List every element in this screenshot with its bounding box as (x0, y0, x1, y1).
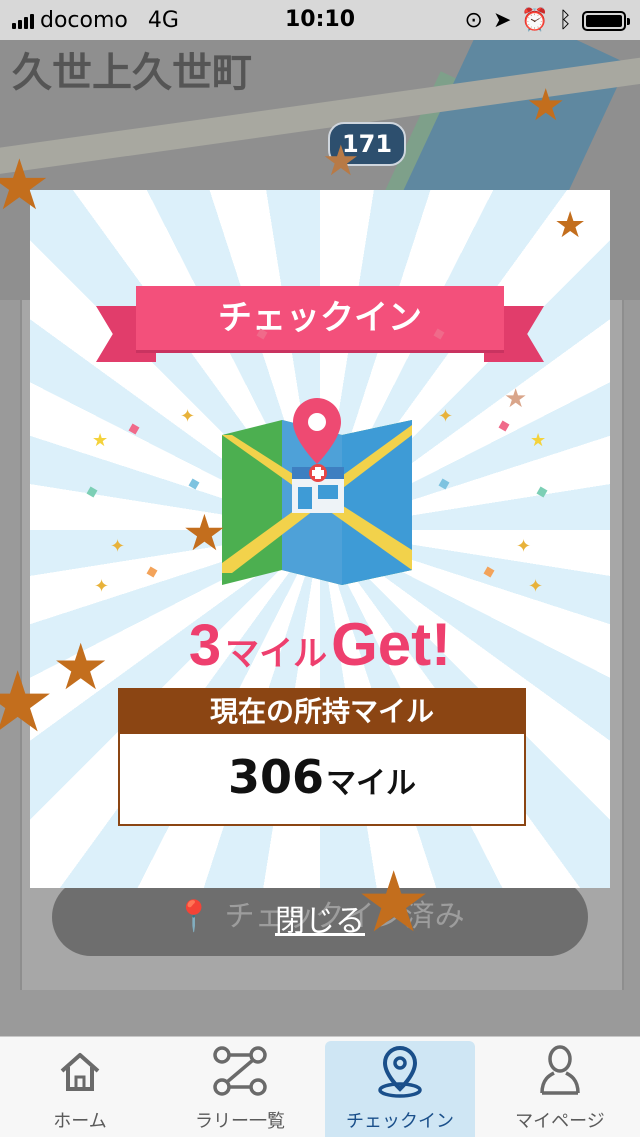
star-decoration-icon: ★ (52, 631, 110, 705)
ribbon-banner: チェックイン (96, 286, 544, 362)
star-decoration-icon: ★ (0, 653, 56, 751)
location-icon: ➤ (492, 8, 512, 33)
tab-checkin-label: チェックイン (346, 1111, 454, 1132)
earned-get-label: Get! (331, 611, 452, 678)
map-place-name: 久世上久世町 (12, 50, 252, 96)
map-pin-icon (378, 1045, 422, 1098)
current-miles-unit: マイル (326, 766, 417, 801)
close-link[interactable]: 閉じる (250, 896, 390, 940)
tab-mypage[interactable]: マイページ (485, 1041, 635, 1137)
checkin-modal: チェックイン ★ ✦ ✦ ✦ ★ ✦ ✦ ✦ 3 マイルGet! 現在の所持マイル (30, 190, 610, 888)
route-icon (213, 1046, 267, 1096)
earned-miles-unit: マイル (225, 635, 328, 673)
earned-miles-text: 3 マイルGet! (30, 610, 610, 679)
map-illustration-icon (222, 398, 412, 585)
tab-checkin[interactable]: チェックイン (325, 1041, 475, 1137)
star-decoration-icon: ★ (322, 136, 360, 185)
alarm-icon: ⏰ (521, 8, 549, 33)
tab-home[interactable]: ホーム (5, 1041, 155, 1137)
tab-bar: ホーム ラリー一覧 チェックイン マイページ (0, 1036, 640, 1137)
current-miles-value: 306 (227, 750, 325, 804)
star-decoration-icon: ★ (526, 80, 566, 131)
current-miles-heading: 現在の所持マイル (120, 690, 524, 734)
current-miles-box: 現在の所持マイル 306マイル (118, 688, 526, 826)
rotation-lock-icon: ⊙ (464, 8, 483, 33)
star-decoration-icon: ★ (554, 205, 587, 246)
tab-rally-list-label: ラリー一覧 (195, 1111, 285, 1132)
star-decoration-icon: ★ (0, 144, 51, 226)
tab-mypage-label: マイページ (515, 1111, 605, 1132)
ribbon-title: チェックイン (136, 286, 504, 350)
map-pin-icon: 📍 (175, 899, 213, 934)
tab-home-label: ホーム (53, 1111, 107, 1132)
earned-miles-number: 3 (188, 613, 222, 678)
star-decoration-icon: ★ (182, 504, 227, 562)
star-decoration-icon: ★ (504, 384, 528, 414)
person-icon (540, 1045, 580, 1095)
bluetooth-icon: ᛒ (558, 8, 572, 33)
status-bar: docomo 4G 10:10 ⊙ ➤ ⏰ ᛒ (0, 0, 640, 40)
home-icon (60, 1053, 100, 1091)
tab-rally-list[interactable]: ラリー一覧 (165, 1041, 315, 1137)
battery-icon (582, 10, 630, 31)
